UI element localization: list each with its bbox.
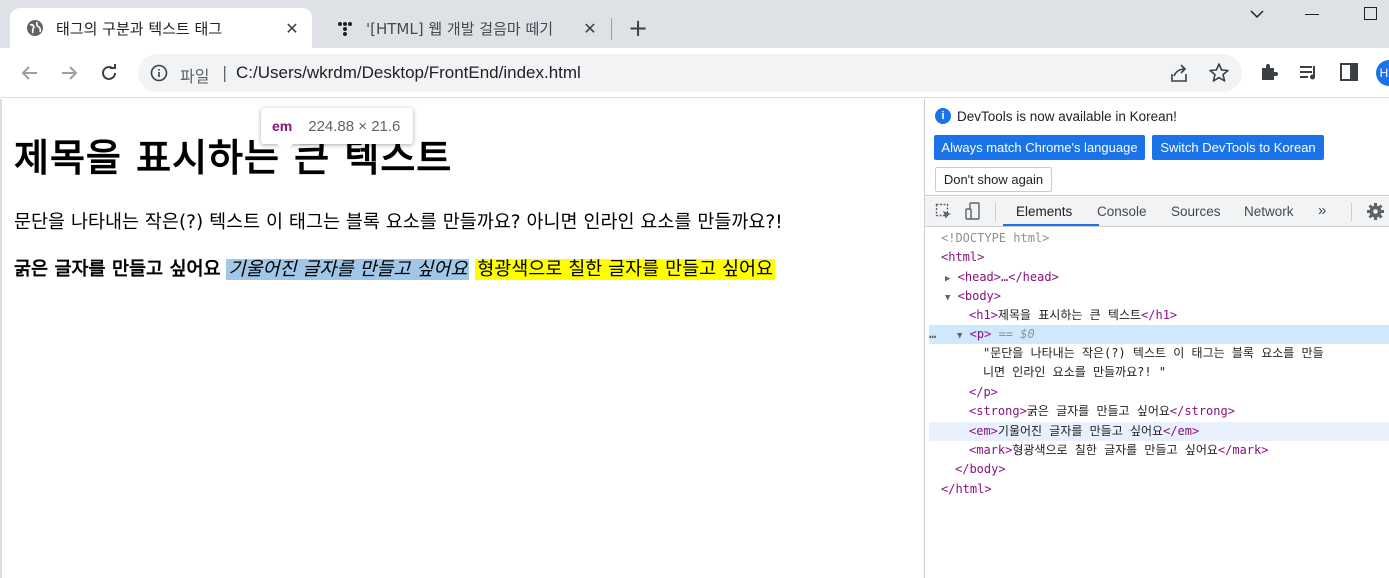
tooltip-dimensions: 224.88 × 21.6 [308,117,401,135]
new-tab-button[interactable]: + [624,14,652,42]
collapse-triangle-icon[interactable]: ▼ [957,331,962,341]
dom-em[interactable]: <em>기울어진 글자를 만들고 싶어요</em> [969,422,1199,441]
tooltip-arrow [276,143,294,152]
inline-text-line: 굵은 글자를 만들고 싶어요 기울어진 글자를 만들고 싶어요 형광색으로 칠한… [14,255,776,281]
address-bar[interactable]: 파일 | C:/Users/wkrdm/Desktop/FrontEnd/ind… [138,54,1242,92]
tab-elements[interactable]: Elements [1016,204,1072,219]
maximize-icon[interactable] [1364,7,1377,20]
match-chrome-language-button[interactable]: Always match Chrome's language [934,135,1145,160]
globe-icon [26,19,44,37]
dom-html-open[interactable]: <html> [941,248,984,267]
dom-html-close[interactable]: </html> [941,480,992,499]
tab-strip: 태그의 구분과 텍스트 태그 ✕ '[HTML] 웹 개발 걸음마 떼기 ✕ + [0,0,1389,48]
page-viewport: 제목을 표시하는 큰 텍스트 문단을 나타내는 작은(?) 텍스트 이 태그는 … [0,99,924,578]
tab-network[interactable]: Network [1244,204,1294,219]
browser-toolbar: 파일 | C:/Users/wkrdm/Desktop/FrontEnd/ind… [0,48,1389,98]
side-panel-icon[interactable] [1337,60,1361,84]
dom-head[interactable]: ▶ <head>…</head> [945,268,1059,287]
dom-strong[interactable]: <strong>굵은 글자를 만들고 싶어요</strong> [969,402,1235,421]
inspect-element-icon[interactable] [935,203,953,226]
collapse-triangle-icon[interactable]: ▼ [945,293,950,303]
more-tabs-button[interactable]: » [1318,202,1326,219]
dom-mark[interactable]: <mark>형광색으로 칠한 글자를 만들고 싶어요</mark> [969,441,1268,460]
media-queue-icon[interactable] [1297,60,1321,84]
dom-p-close[interactable]: </p> [969,383,998,402]
active-tab-indicator [1003,224,1099,226]
tab-inactive[interactable]: '[HTML] 웹 개발 걸음마 떼기 ✕ [320,8,610,48]
dom-p-open[interactable]: ▼ <p> == $0 [957,325,1035,344]
back-arrow-icon[interactable] [14,57,46,89]
strong-text: 굵은 글자를 만들고 싶어요 [14,259,221,280]
dom-body-open[interactable]: ▼ <body> [945,287,1001,306]
tab-sources[interactable]: Sources [1171,204,1221,219]
tab-title: 태그의 구분과 텍스트 태그 [56,19,223,38]
switch-to-korean-button[interactable]: Switch DevTools to Korean [1152,135,1324,160]
close-tab-icon[interactable]: ✕ [578,16,602,40]
tooltip-tag: em [272,118,293,134]
minimize-icon[interactable] [1305,14,1319,15]
info-icon[interactable] [150,64,168,82]
dom-p-text[interactable]: "문단을 나타내는 작은(?) 텍스트 이 태그는 블록 요소를 만들 [983,344,1324,363]
reload-icon[interactable] [93,57,125,89]
devtools-tab-bar: Elements Console Sources Network » [925,197,1389,227]
url-text[interactable]: C:/Users/wkrdm/Desktop/FrontEnd/index.ht… [236,63,581,83]
settings-gear-icon[interactable] [1366,202,1385,226]
mark-text: 형광색으로 칠한 글자를 만들고 싶어요 [475,259,776,280]
dom-p-text-wrap: 니면 인라인 요소를 만들까요?! " [983,365,1167,379]
tab-search-chevron-icon[interactable] [1245,4,1269,24]
scheme-separator: | [222,63,228,82]
node-actions-ellipsis[interactable]: … [929,325,936,344]
tab-bar-divider [995,203,996,221]
dom-tree: <!DOCTYPE html> <html> ▶ <head>…</head> … [925,228,1389,578]
devtools-panel: i DevTools is now available in Korean! A… [924,99,1389,578]
element-inspect-tooltip: em 224.88 × 21.6 [261,108,413,144]
dom-body-close[interactable]: </body> [955,460,1006,479]
em-text-highlighted: 기울어진 글자를 만들고 싶어요 [226,259,470,280]
dom-doctype[interactable]: <!DOCTYPE html> [941,229,1049,248]
devtools-infobar: i DevTools is now available in Korean! A… [925,99,1389,196]
dom-h1[interactable]: <h1>제목을 표시하는 큰 텍스트</h1> [969,306,1177,325]
scheme-label: 파일 [180,67,210,86]
close-tab-icon[interactable]: ✕ [280,16,304,40]
tab-title: '[HTML] 웹 개발 걸음마 떼기 [366,19,554,38]
device-toolbar-icon[interactable] [965,202,983,227]
share-icon[interactable] [1168,63,1190,85]
tab-bar-divider [1351,203,1352,221]
info-circle-icon: i [935,108,951,124]
dont-show-again-button[interactable]: Don't show again [935,167,1052,192]
expand-triangle-icon[interactable]: ▶ [945,274,950,284]
tab-divider [611,18,612,40]
dots-logo-icon [336,19,354,37]
page-paragraph: 문단을 나타내는 작은(?) 텍스트 이 태그는 블록 요소를 만들까요? 아니… [14,212,783,233]
forward-arrow-icon[interactable] [53,57,85,89]
tab-console[interactable]: Console [1097,204,1147,219]
tab-active[interactable]: 태그의 구분과 텍스트 태그 ✕ [10,8,312,48]
extensions-puzzle-icon[interactable] [1257,60,1281,84]
infobar-message: DevTools is now available in Korean! [957,109,1177,124]
bookmark-star-icon[interactable] [1208,62,1230,84]
